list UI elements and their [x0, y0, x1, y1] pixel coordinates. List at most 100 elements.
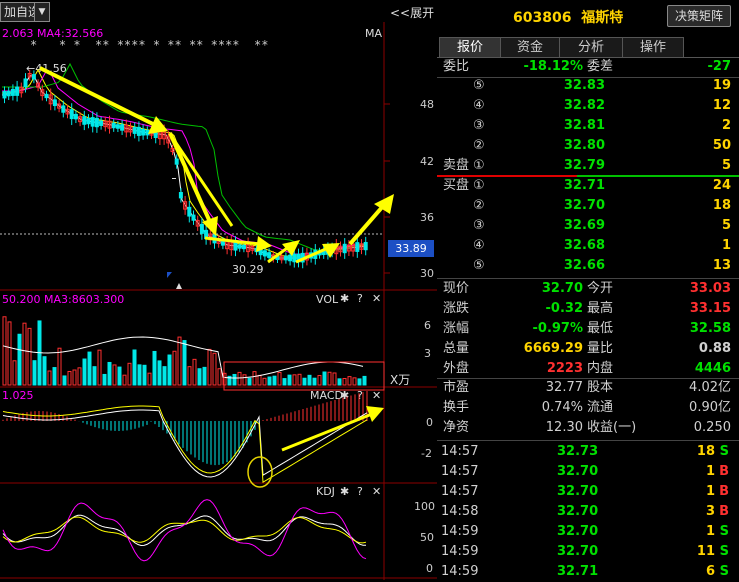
volume-bar [187, 366, 192, 386]
weicha-value: -27 [707, 59, 732, 74]
candle-body [292, 253, 297, 263]
volume-bar [47, 370, 52, 386]
tab-funds[interactable]: 资金 [500, 37, 560, 57]
volume-bar [157, 360, 162, 386]
volume-bar [7, 321, 12, 386]
trade-time: 14:59 [441, 544, 479, 559]
trade-time: 14:57 [441, 484, 479, 499]
trade-time: 14:59 [441, 524, 479, 539]
trade-price: 32.70 [557, 484, 599, 499]
order-book-row: ⑤ 32.83 19 [437, 76, 739, 96]
candle-body [94, 117, 99, 128]
candle-body [355, 242, 360, 252]
tab-analysis[interactable]: 分析 [559, 37, 623, 57]
candle-body [363, 241, 368, 251]
trade-price: 32.71 [557, 564, 599, 579]
volume-bar [242, 374, 247, 386]
trade-volume: 6 [705, 564, 715, 579]
quote-value: -0.32 [545, 301, 583, 316]
quote-label: 涨跌 [443, 301, 470, 316]
decision-matrix-button[interactable]: 决策矩阵 [667, 5, 731, 27]
candle-body [99, 120, 104, 126]
candle-body [73, 113, 78, 120]
quote-value: 33.03 [689, 281, 731, 296]
fund-label: 净资 [443, 420, 470, 435]
level-index: ② [473, 138, 485, 153]
volume-bar [82, 358, 87, 386]
level-price: 32.79 [563, 158, 605, 173]
candle-body [136, 126, 141, 136]
candle-body [283, 255, 288, 261]
trade-side: S [719, 444, 729, 459]
level-volume: 2 [721, 118, 731, 133]
trade-price: 32.73 [557, 444, 599, 459]
tab-operation[interactable]: 操作 [622, 37, 684, 57]
fund-value: 0.250 [693, 420, 731, 435]
quote-label: 涨幅 [443, 321, 470, 336]
trade-side: S [719, 564, 729, 579]
volume-bar [22, 322, 27, 386]
volume-bar [102, 373, 107, 386]
volume-bar [202, 366, 207, 386]
order-book-row: ② 32.70 18 [437, 196, 739, 216]
tab-quote[interactable]: 报价 [439, 37, 501, 57]
fund-value: 0.74% [541, 400, 583, 415]
volume-bar [282, 378, 287, 386]
candle-body [115, 124, 120, 129]
order-book-row: ③ 32.81 2 [437, 116, 739, 136]
volume-bar [252, 371, 257, 386]
quote-label: 内盘 [587, 361, 614, 376]
candle-body [288, 254, 293, 262]
candle-body [237, 244, 242, 249]
candle-body [6, 90, 11, 97]
trade-row: 14:59 32.71 6 S [437, 562, 739, 582]
trade-time: 14:58 [441, 504, 479, 519]
trade-volume: 3 [705, 504, 715, 519]
mark-dash [172, 178, 176, 179]
candle-body [241, 245, 246, 250]
volume-bar [352, 377, 357, 386]
candle-body [86, 118, 91, 125]
fund-label: 收益(一) [587, 420, 637, 435]
candle-body [120, 124, 125, 131]
volume-bar [2, 316, 7, 386]
volume-bar [347, 376, 352, 386]
volume-bar [172, 350, 177, 386]
level-price: 32.81 [563, 118, 605, 133]
volume-bar [292, 374, 297, 386]
volume-bar [42, 356, 47, 386]
order-book-row: ⑤ 32.66 13 [437, 256, 739, 276]
chart-area[interactable]: 加自选 ▼ <<展开 2.063 MA4:32.566 MA * * * ** … [0, 0, 437, 580]
chart-svg[interactable] [0, 0, 437, 580]
level-volume: 19 [712, 78, 731, 93]
volume-bar [17, 333, 22, 386]
level-volume: 24 [712, 178, 731, 193]
volume-bar [192, 358, 197, 386]
candle-body [61, 105, 66, 113]
volume-bar [162, 366, 167, 386]
macd-dif-line [2, 409, 368, 478]
level-volume: 18 [712, 198, 731, 213]
candle-body [141, 128, 146, 136]
quote-value: 6669.29 [523, 341, 583, 356]
weibi-label: 委比 [443, 59, 470, 74]
volume-bar [247, 377, 252, 386]
volume-bar [297, 373, 302, 386]
volume-bar [167, 354, 172, 386]
weicha-label: 委差 [587, 59, 614, 74]
level-label: 卖盘 [443, 158, 470, 173]
candle-body [132, 126, 137, 134]
level-index: ① [473, 178, 485, 193]
trade-row: 14:57 32.70 1 B [437, 482, 739, 502]
trade-volume: 18 [696, 444, 715, 459]
macd-dea-line [2, 405, 368, 484]
candle-body [10, 88, 15, 96]
kdj-line [2, 516, 367, 544]
volume-bar [97, 349, 102, 386]
volume-bar [122, 374, 127, 386]
level-volume: 12 [712, 98, 731, 113]
divider [437, 440, 739, 441]
trade-row: 14:57 32.73 18 S [437, 442, 739, 462]
volume-bar [67, 370, 72, 386]
level-price: 32.69 [563, 218, 605, 233]
